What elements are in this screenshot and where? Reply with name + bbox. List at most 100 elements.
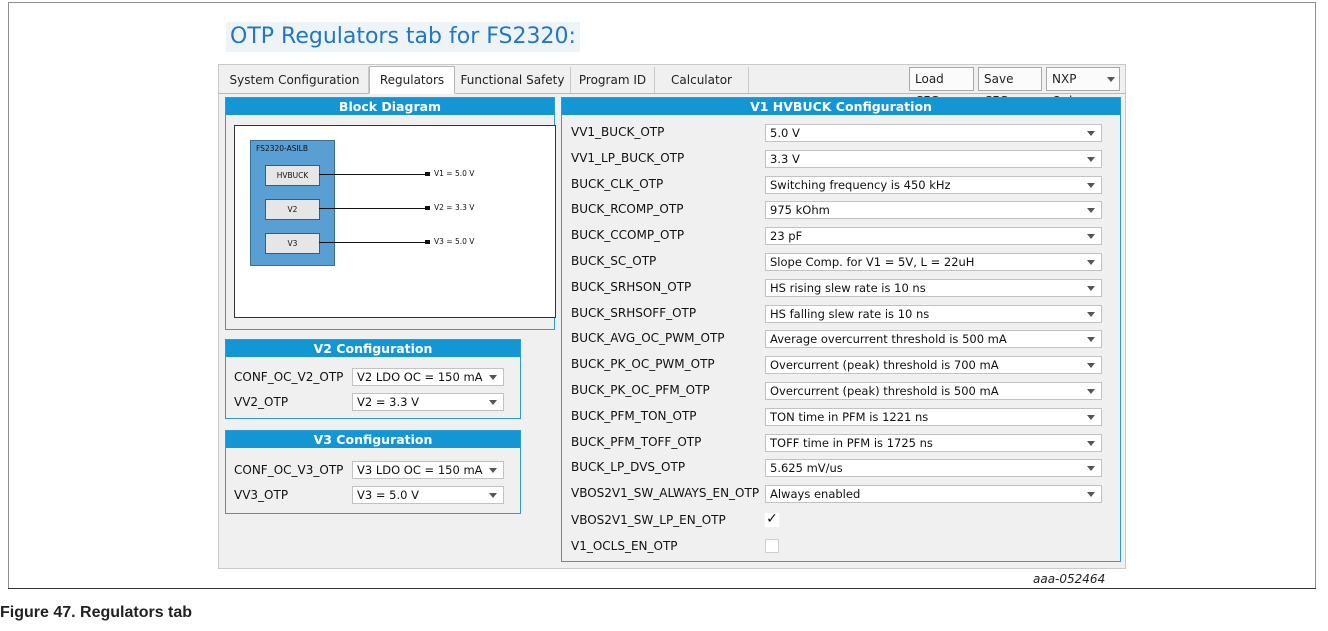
chevron-down-icon (1087, 492, 1095, 498)
v1-row-value: 3.3 V (770, 151, 800, 166)
v1-row-select[interactable]: 3.3 V (765, 149, 1102, 168)
chevron-down-icon (1087, 208, 1095, 214)
v2-terminal (425, 206, 430, 210)
v2-block: V2 (265, 199, 320, 220)
v1-row-value: Overcurrent (peak) threshold is 700 mA (770, 358, 999, 373)
v2-config-title: V2 Configuration (226, 340, 520, 357)
v1-row-label: BUCK_PK_OC_PFM_OTP (571, 383, 710, 397)
v1-ocls-en-checkbox[interactable] (765, 538, 779, 553)
vv3-value: V3 = 5.0 V (357, 488, 419, 502)
vv3-label: VV3_OTP (234, 488, 289, 502)
chevron-down-icon (1087, 337, 1095, 343)
chevron-down-icon (489, 493, 497, 498)
v1-row-select[interactable]: HS rising slew rate is 10 ns (765, 278, 1102, 297)
tab-calculator[interactable]: Calculator (655, 67, 749, 93)
v1-row-label: BUCK_AVG_OC_PWM_OTP (571, 331, 725, 346)
v3-block: V3 (265, 233, 320, 254)
conf-oc-v2-label: CONF_OC_V2_OTP (234, 370, 344, 384)
v1-row-value: Overcurrent (peak) threshold is 500 mA (770, 384, 999, 398)
v1-row-label: VV1_LP_BUCK_OTP (571, 150, 685, 165)
v1-row-value: 5.0 V (770, 126, 800, 140)
v1-row-select[interactable]: TOFF time in PFM is 1725 ns (765, 433, 1102, 452)
v3-connector (319, 242, 429, 243)
chip-name: FS2320-ASILB (256, 144, 308, 153)
tab-program-id[interactable]: Program ID (571, 67, 655, 93)
figure-divider (8, 588, 1316, 589)
chip-block: FS2320-ASILB HVBUCK V2 V3 (250, 140, 335, 266)
page-heading: OTP Regulators tab for FS2320: (226, 22, 580, 52)
block-diagram-title: Block Diagram (226, 98, 554, 115)
v1-output-label: V1 = 5.0 V (434, 169, 475, 178)
hvbuck-block: HVBUCK (265, 165, 320, 186)
conf-oc-v3-select[interactable]: V3 LDO OC = 150 mA (352, 461, 504, 479)
chevron-down-icon (1087, 156, 1095, 162)
conf-oc-v3-value: V3 LDO OC = 150 mA (357, 463, 483, 477)
chevron-down-icon (1087, 466, 1095, 472)
v1-row-select[interactable]: Always enabled (765, 485, 1102, 504)
v3-config-title: V3 Configuration (226, 431, 520, 448)
vbos2v1-sw-lp-en-checkbox[interactable]: ✓ (765, 512, 779, 527)
app-window: System Configuration Regulators Function… (218, 64, 1126, 569)
chevron-down-icon (1087, 285, 1095, 291)
v1-row-select[interactable]: 975 kOhm (765, 201, 1102, 220)
save-cfg-button[interactable]: Save CFG (978, 67, 1042, 108)
chevron-down-icon (1087, 260, 1095, 265)
v1-row-select[interactable]: Switching frequency is 450 kHz (765, 175, 1102, 194)
chevron-down-icon (1087, 131, 1095, 136)
vv2-label: VV2_OTP (234, 395, 289, 409)
tab-bar: System Configuration Regulators Function… (219, 65, 1125, 108)
vv3-select[interactable]: V3 = 5.0 V (352, 486, 504, 504)
v1-row-value: 975 kOhm (770, 203, 830, 218)
v1-row-select[interactable]: 5.0 V (765, 124, 1102, 142)
v1-checkbox-label: VBOS2V1_SW_LP_EN_OTP (571, 513, 726, 527)
chevron-down-icon (1087, 182, 1095, 188)
v1-row-select[interactable]: Overcurrent (peak) threshold is 700 mA (765, 356, 1102, 375)
chevron-down-icon (1087, 414, 1095, 420)
v1-hvbuck-panel: V1 HVBUCK Configuration VV1_BUCK_OTP 5.0 … (561, 97, 1121, 562)
conf-oc-v2-select[interactable]: V2 LDO OC = 150 mA (352, 368, 504, 386)
block-diagram-canvas: FS2320-ASILB HVBUCK V2 V3 V1 = 5.0 V V2 … (234, 125, 556, 318)
v3-config-panel: V3 Configuration CONF_OC_V3_OTP V3 LDO O… (225, 430, 521, 514)
v1-checkbox-label: V1_OCLS_EN_OTP (571, 538, 678, 553)
v1-row-select[interactable]: Slope Comp. for V1 = 5V, L = 22uH (765, 253, 1102, 271)
v1-row-label: BUCK_CLK_OTP (571, 176, 664, 191)
vv2-select[interactable]: V2 = 3.3 V (352, 393, 504, 411)
v3-output-label: V3 = 5.0 V (434, 237, 475, 246)
v1-connector (319, 174, 429, 175)
v1-row-select[interactable]: Average overcurrent threshold is 500 mA (765, 330, 1102, 349)
v1-row-label: BUCK_SRHSON_OTP (571, 279, 692, 294)
v1-row-label: BUCK_RCOMP_OTP (571, 202, 684, 217)
v1-row-label: BUCK_SRHSOFF_OTP (571, 305, 697, 320)
v1-row-select[interactable]: HS falling slew rate is 10 ns (765, 304, 1102, 323)
tab-functional-safety[interactable]: Functional Safety (455, 67, 571, 93)
v1-row-value: 23 pF (770, 229, 803, 244)
v1-row-label: BUCK_PFM_TOFF_OTP (571, 434, 702, 449)
v3-terminal (425, 240, 430, 244)
tab-system-configuration[interactable]: System Configuration (221, 67, 369, 93)
v1-row-select[interactable]: 5.625 mV/us (765, 459, 1102, 478)
v1-row-value: HS falling slew rate is 10 ns (770, 306, 930, 321)
chevron-down-icon (489, 468, 497, 473)
chevron-down-icon (1087, 389, 1095, 394)
v2-config-panel: V2 Configuration CONF_OC_V2_OTP V2 LDO O… (225, 339, 521, 419)
v1-row-value: Slope Comp. for V1 = 5V, L = 22uH (770, 255, 975, 269)
chevron-down-icon (489, 400, 497, 405)
tab-regulators[interactable]: Regulators (369, 66, 455, 94)
conf-oc-v2-value: V2 LDO OC = 150 mA (357, 370, 483, 384)
v1-row-value: TOFF time in PFM is 1725 ns (770, 435, 933, 450)
chevron-down-icon (489, 375, 497, 380)
nxp-only-dropdown[interactable]: NXP Only (1046, 67, 1120, 108)
v1-row-select[interactable]: Overcurrent (peak) threshold is 500 mA (765, 382, 1102, 400)
v1-row-select[interactable]: 23 pF (765, 227, 1102, 246)
load-cfg-button[interactable]: Load CFG (909, 67, 974, 108)
chevron-down-icon (1107, 77, 1115, 82)
v1-row-value: TON time in PFM is 1221 ns (770, 409, 929, 424)
v1-row-label: BUCK_CCOMP_OTP (571, 228, 685, 243)
v1-row-label: BUCK_LP_DVS_OTP (571, 460, 686, 475)
v1-row-select[interactable]: TON time in PFM is 1221 ns (765, 407, 1102, 426)
chevron-down-icon (1087, 234, 1095, 240)
chevron-down-icon (1087, 311, 1095, 317)
v1-terminal (425, 172, 430, 176)
v1-row-value: 5.625 mV/us (770, 461, 843, 476)
v1-row-label: BUCK_SC_OTP (571, 254, 657, 268)
